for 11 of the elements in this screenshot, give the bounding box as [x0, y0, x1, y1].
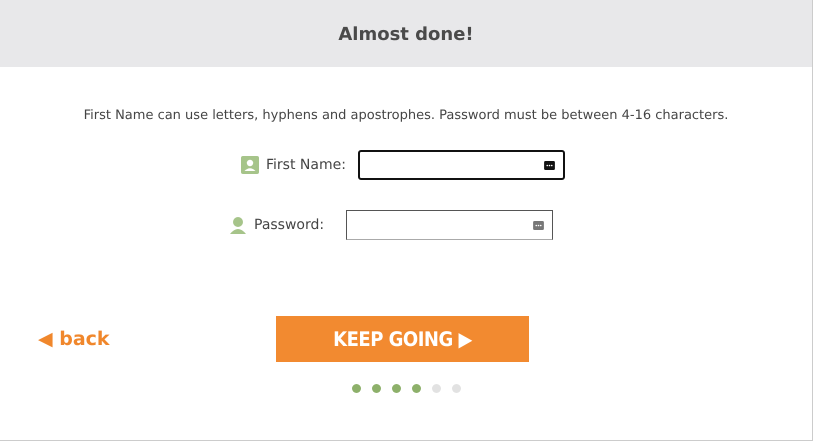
dialog-title: Almost done! — [338, 24, 474, 45]
input-field[interactable] — [346, 210, 553, 240]
instructions-text: First Name can use letters, hyphens and apostrophes. Password must be between 4-16 characters. — [82, 108, 730, 123]
back-link[interactable]: ◀ back — [38, 328, 276, 350]
user-icon — [229, 216, 247, 234]
input-field[interactable] — [358, 150, 565, 180]
user-card-icon — [241, 156, 259, 174]
keep-going-button[interactable]: KEEP GOING ▶ — [276, 316, 529, 362]
autofill-icon[interactable] — [544, 160, 555, 170]
field-label: Password: — [254, 217, 326, 233]
field-label: First Name: — [266, 157, 346, 173]
